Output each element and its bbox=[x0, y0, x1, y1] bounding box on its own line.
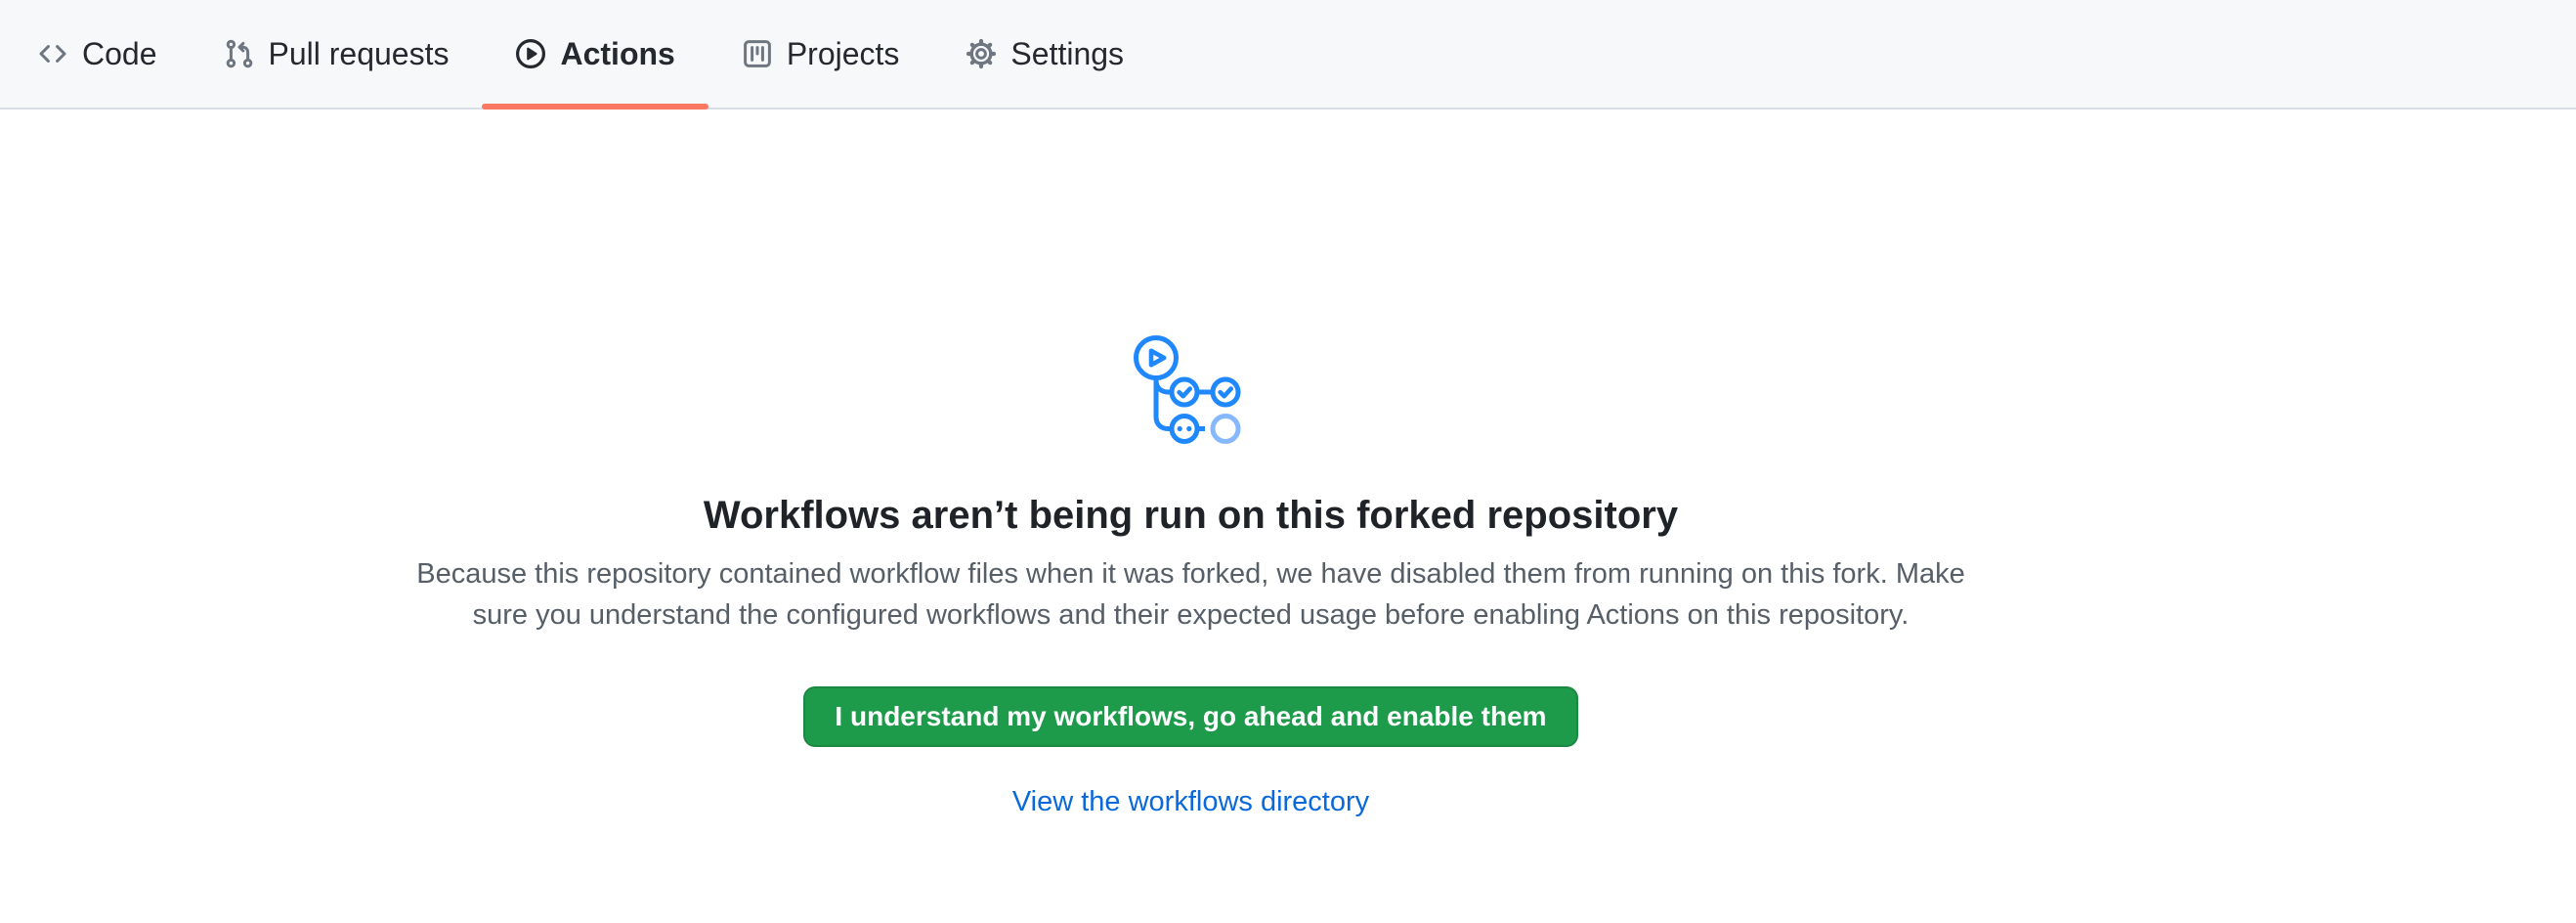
tab-settings[interactable]: Settings bbox=[932, 0, 1157, 108]
tab-code[interactable]: Code bbox=[4, 0, 191, 108]
git-pull-request-icon bbox=[224, 38, 255, 69]
tab-projects-label: Projects bbox=[787, 36, 900, 72]
repo-tab-bar: Code Pull requests Actions Projects bbox=[0, 0, 2576, 110]
empty-state-description: Because this repository contained workfl… bbox=[390, 553, 1993, 636]
tab-pull-requests[interactable]: Pull requests bbox=[191, 0, 483, 108]
tab-actions[interactable]: Actions bbox=[482, 0, 708, 108]
tab-code-label: Code bbox=[82, 36, 157, 72]
play-circle-icon bbox=[515, 38, 546, 69]
gear-icon bbox=[966, 38, 997, 69]
workflows-directory-link[interactable]: View the workflows directory bbox=[1012, 786, 1369, 817]
tab-settings-label: Settings bbox=[1010, 36, 1124, 72]
code-icon bbox=[37, 38, 68, 69]
empty-state-title: Workflows aren’t being run on this forke… bbox=[0, 491, 2382, 540]
project-board-icon bbox=[742, 38, 773, 69]
actions-empty-state: Workflows aren’t being run on this forke… bbox=[0, 110, 2382, 818]
tab-projects[interactable]: Projects bbox=[708, 0, 933, 108]
enable-workflows-button[interactable]: I understand my workflows, go ahead and … bbox=[803, 686, 1577, 747]
tab-pull-requests-label: Pull requests bbox=[269, 36, 450, 72]
tab-actions-label: Actions bbox=[560, 36, 674, 72]
workflow-graph-icon bbox=[1128, 328, 1255, 447]
